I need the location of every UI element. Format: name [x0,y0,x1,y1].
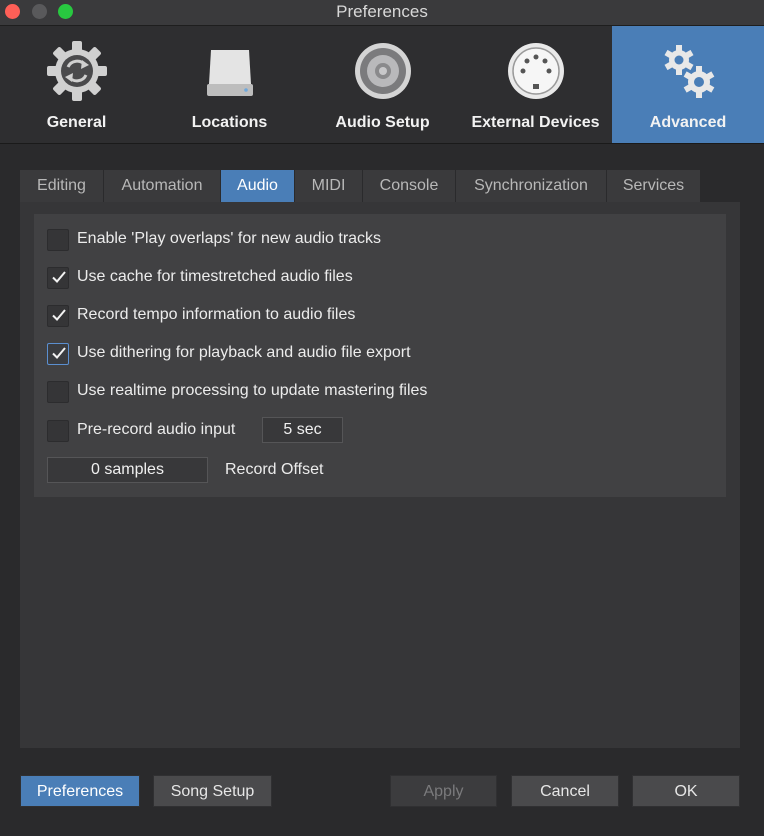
tab-services[interactable]: Services [607,170,701,202]
apply-button[interactable]: Apply [390,775,497,807]
realtime-mastering-label: Use realtime processing to update master… [77,382,428,399]
ok-button[interactable]: OK [632,775,740,807]
title-bar: Preferences [0,0,764,26]
toolbar-audio-setup-label: Audio Setup [335,114,430,131]
play-overlaps-label: Enable 'Play overlaps' for new audio tra… [77,230,382,247]
preferences-toolbar: General Locations Audio Setup External D… [0,26,764,144]
toolbar-advanced[interactable]: Advanced [612,26,764,143]
speaker-icon [354,43,411,99]
toolbar-general-label: General [46,114,107,131]
prerecord-duration-field[interactable]: 5 sec [262,417,343,443]
checkmark-icon [52,309,66,321]
record-offset-label: Record Offset [225,461,324,478]
tab-midi[interactable]: MIDI [295,170,363,202]
toolbar-general[interactable]: General [0,26,153,143]
prerecord-checkbox[interactable] [47,420,69,442]
tab-editing[interactable]: Editing [20,170,104,202]
preferences-button[interactable]: Preferences [20,775,140,807]
realtime-mastering-checkbox[interactable] [47,381,69,403]
timestretch-cache-label: Use cache for timestretched audio files [77,268,353,285]
record-tempo-checkbox[interactable] [47,305,69,327]
checkmark-icon [52,347,66,359]
gear-sync-icon [46,41,107,101]
drive-icon [206,50,253,96]
toolbar-external-devices[interactable]: External Devices [459,26,612,143]
tab-automation[interactable]: Automation [104,170,221,202]
toolbar-external-devices-label: External Devices [471,114,600,131]
cancel-button[interactable]: Cancel [511,775,619,807]
gears-icon [664,45,715,98]
toolbar-locations-label: Locations [191,114,268,131]
play-overlaps-checkbox[interactable] [47,229,69,251]
tab-console[interactable]: Console [363,170,456,202]
record-tempo-label: Record tempo information to audio files [77,306,356,323]
song-setup-button[interactable]: Song Setup [153,775,272,807]
record-offset-field[interactable]: 0 samples [47,457,208,483]
toolbar-locations[interactable]: Locations [153,26,306,143]
tab-synchronization[interactable]: Synchronization [456,170,607,202]
timestretch-cache-checkbox[interactable] [47,267,69,289]
checkmark-icon [52,271,66,283]
toolbar-advanced-label: Advanced [649,114,727,131]
toolbar-audio-setup[interactable]: Audio Setup [306,26,459,143]
midi-port-icon [507,43,564,99]
tab-audio[interactable]: Audio [221,170,295,202]
prerecord-label: Pre-record audio input [77,421,236,438]
window-title: Preferences [336,2,428,21]
dithering-label: Use dithering for playback and audio fil… [77,344,411,361]
dithering-checkbox[interactable] [47,343,69,365]
